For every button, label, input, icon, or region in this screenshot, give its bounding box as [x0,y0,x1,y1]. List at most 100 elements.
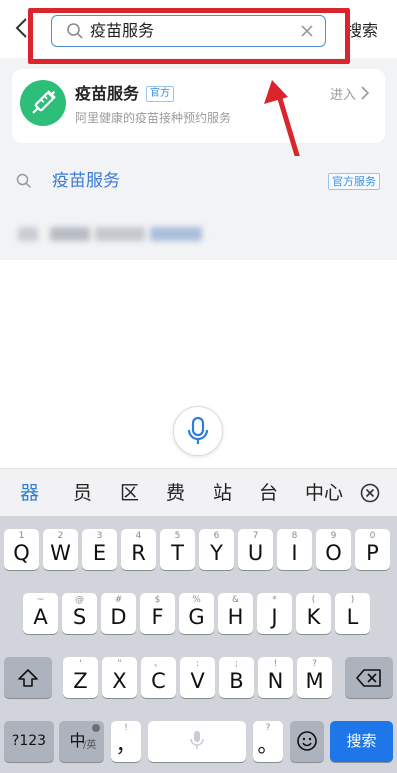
key-s[interactable]: @ S [62,593,97,634]
key-hint: 9 [330,531,337,541]
key-v[interactable]: :V [180,657,215,698]
key-label: K [306,605,321,629]
key-label: S [72,605,87,629]
shift-icon [18,669,38,687]
top-bar: 疫苗服务 搜索 [0,0,397,58]
key-hint: 6 [213,531,220,541]
key-n[interactable]: ! N [258,657,293,698]
key-label: Z [73,669,88,693]
space-key[interactable] [148,721,246,762]
key-hint: ' [79,659,82,669]
key-o[interactable]: 9O [316,529,351,570]
key-w[interactable]: 2W [43,529,78,570]
search-icon [16,173,32,189]
key-label: G [188,605,205,629]
key-hint: & [231,595,240,605]
key-f[interactable]: $ F [140,593,175,634]
key-k[interactable]: (K [296,593,331,634]
key-u[interactable]: 7U [238,529,273,570]
microphone-icon[interactable] [173,406,223,456]
key-j[interactable]: * J [257,593,292,634]
candidate-word[interactable]: 站 [213,481,232,505]
backspace-icon [356,669,381,687]
candidate-word[interactable]: 区 [120,481,139,505]
candidate-word[interactable]: 器 [20,481,39,505]
key-hint: 4 [135,531,142,541]
comma-key-label: ， [115,733,137,757]
key-hint: : [195,659,200,669]
key-hint: ~ [36,595,45,605]
key-hint: 8 [291,531,298,541]
language-key[interactable]: 中 /英 [59,721,104,762]
key-label: B [229,669,244,693]
numbers-key-label: ?123 [11,733,47,749]
key-t[interactable]: 5T [160,529,195,570]
key-label: M [305,669,324,693]
key-hint: 、 [153,659,163,669]
emoji-key[interactable] [290,721,324,762]
key-label: N [267,669,284,693]
key-label: I [291,541,298,565]
key-h[interactable]: & H [218,593,253,634]
blurred-result-row[interactable] [0,205,397,260]
key-hint: 1 [18,531,25,541]
key-a[interactable]: ~ A [23,593,58,634]
period-key[interactable]: ? 。 [253,721,283,762]
comma-key[interactable]: ! ， [111,721,141,762]
key-r[interactable]: 4R [121,529,156,570]
period-key-label: 。 [257,733,279,757]
candidate-word[interactable]: 员 [73,481,92,505]
key-hint: % [192,595,201,605]
key-label: D [110,605,127,629]
key-hint: @ [75,595,84,605]
backspace-key[interactable] [345,657,393,698]
key-d[interactable]: # D [101,593,136,634]
candidate-word[interactable]: 台 [259,481,278,505]
key-x[interactable]: " X [102,657,137,698]
key-g[interactable]: % G [179,593,214,634]
keyboard: 1Q2W3E4R5T6Y7U8I9O0P ~ A @ S # D $ F% G & H * J(K) L … [0,516,397,773]
key-hint: * [272,595,277,605]
key-label: A [33,605,48,629]
key-label: P [366,541,379,565]
key-label: Y [210,541,223,565]
candidate-bar: 器 员 区 费 站 台 中心 [0,468,397,517]
key-hint: ) [350,595,355,605]
key-m[interactable]: ? M [297,657,332,698]
key-label: O [325,541,342,565]
key-label: C [151,669,166,693]
key-b[interactable]: ; B [219,657,254,698]
key-hint: 0 [369,531,376,541]
key-hint: ( [311,595,316,605]
key-hint: ; [234,659,239,669]
key-e[interactable]: 3E [82,529,117,570]
key-p[interactable]: 0P [355,529,390,570]
key-hint: " [117,659,122,669]
key-q[interactable]: 1Q [4,529,39,570]
close-circle-icon[interactable] [360,483,380,503]
key-c[interactable]: 、 C [141,657,176,698]
service-card[interactable]: 疫苗服务 官方 阿里健康的疫苗接种预约服务 进入 [12,69,385,143]
enter-link[interactable]: 进入 [330,86,370,105]
shift-key[interactable] [4,657,52,698]
candidate-word[interactable]: 费 [166,481,185,505]
key-label: X [112,669,127,693]
search-button[interactable]: 搜索 [346,20,378,42]
search-key[interactable]: 搜索 [330,721,393,762]
suggestion-row[interactable]: 疫苗服务 官方服务 [0,156,397,204]
candidate-word[interactable]: 中心 [305,481,343,505]
numbers-key[interactable]: ?123 [4,721,54,762]
enter-label: 进入 [330,88,357,103]
key-label: Q [13,541,30,565]
search-input[interactable]: 疫苗服务 [51,15,326,47]
chevron-left-icon[interactable] [14,16,32,42]
key-z[interactable]: ' Z [63,657,98,698]
blurred-content [95,227,145,241]
key-y[interactable]: 6Y [199,529,234,570]
close-icon[interactable] [300,19,314,45]
key-i[interactable]: 8I [277,529,312,570]
key-l[interactable]: ) L [335,593,370,634]
chevron-right-icon [361,86,370,100]
key-hint: ! [273,659,278,669]
key-label: F [151,605,164,629]
